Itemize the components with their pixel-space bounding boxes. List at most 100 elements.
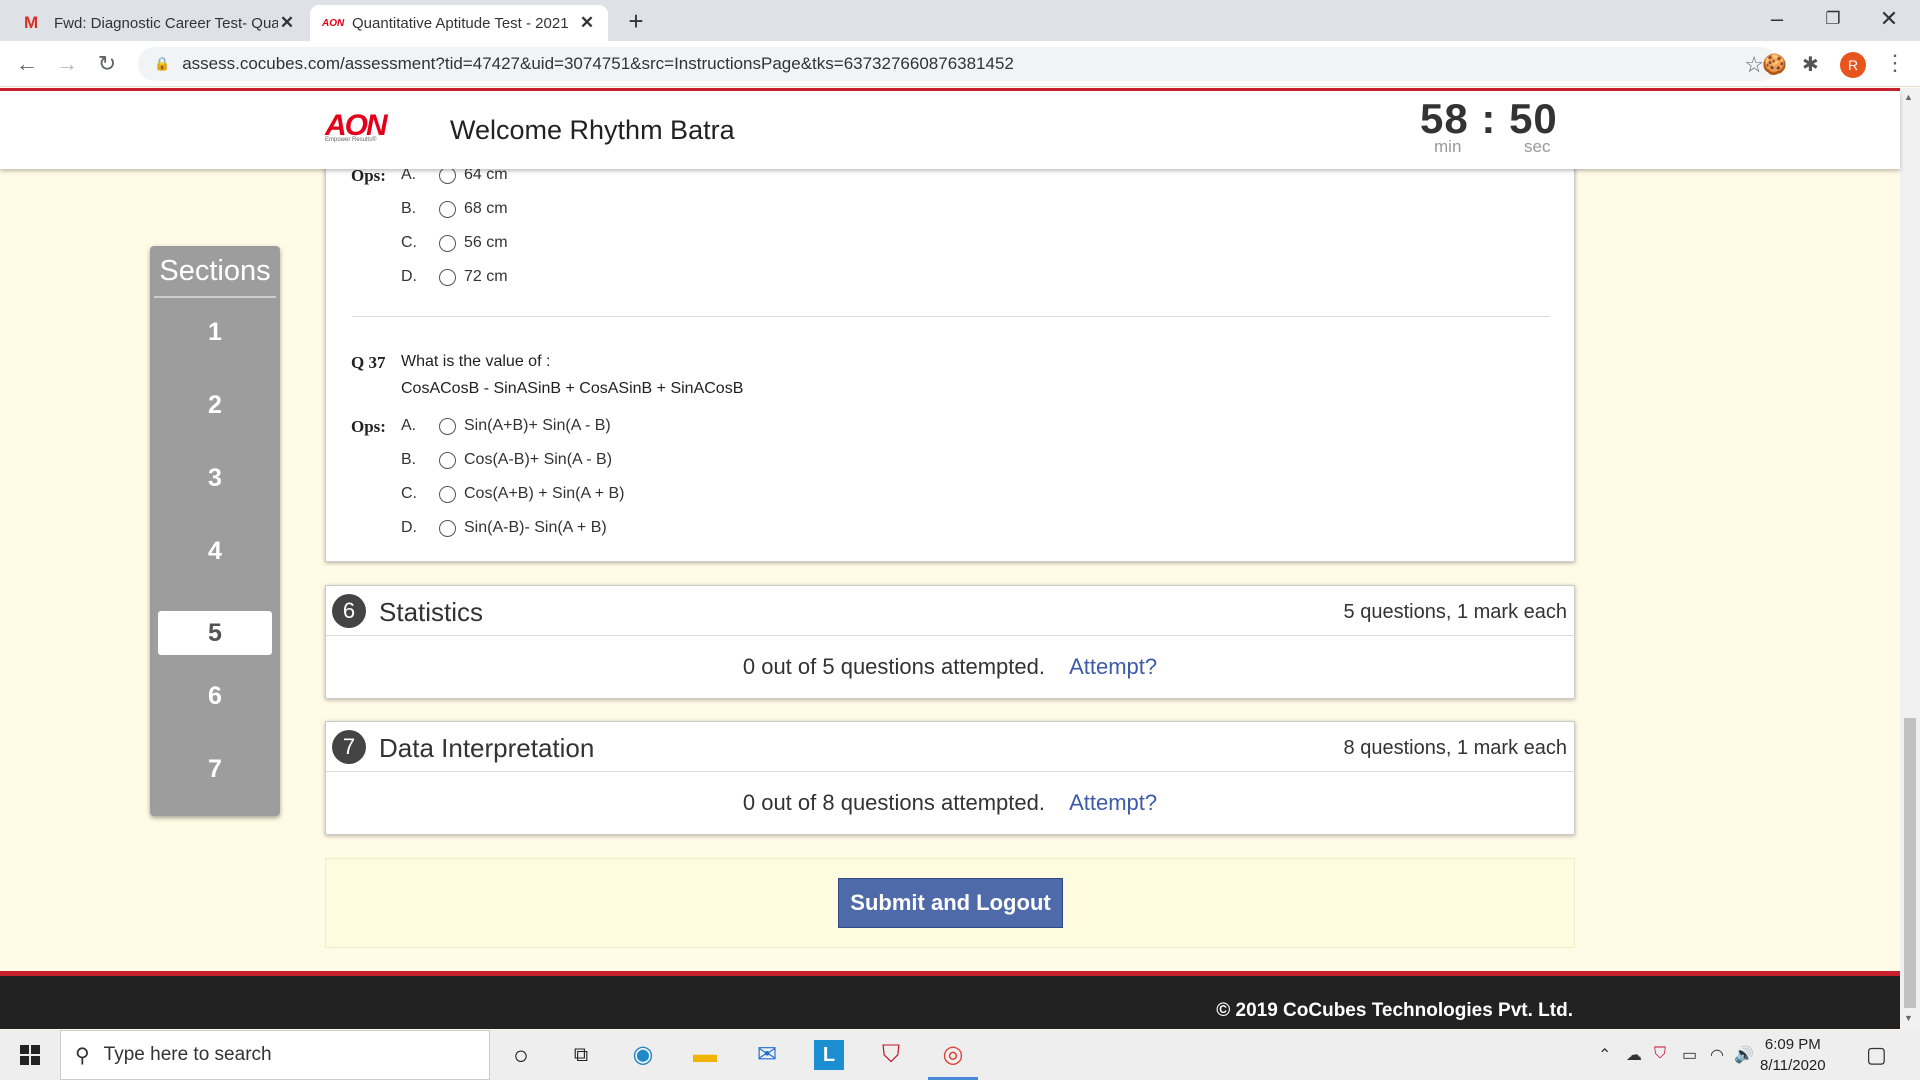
page-scrollbar[interactable]: ▲ ▼	[1900, 88, 1920, 1030]
prev-option-b[interactable]: B. 68 cm	[401, 200, 508, 218]
attempt-link[interactable]: Attempt?	[1069, 790, 1157, 815]
address-bar[interactable]: 🔒 assess.cocubes.com/assessment?tid=4742…	[138, 47, 1778, 81]
submit-area: Submit and Logout	[325, 858, 1575, 948]
option-letter: A.	[401, 417, 417, 434]
browser-toolbar: ← → ↻ 🔒 assess.cocubes.com/assessment?ti…	[0, 41, 1920, 87]
extensions-puzzle-icon[interactable]: ✱	[1802, 52, 1819, 77]
option-a[interactable]: A. Sin(A+B)+ Sin(A - B)	[401, 417, 611, 435]
taskbar-clock[interactable]: 6:09 PM 8/11/2020	[1760, 1034, 1826, 1076]
option-letter: B.	[401, 451, 417, 468]
clock-date: 8/11/2020	[1760, 1057, 1826, 1074]
taskbar-search-box[interactable]: ⚲ Type here to search	[60, 1030, 490, 1080]
option-letter: C.	[401, 234, 417, 251]
wifi-icon[interactable]: ◠	[1710, 1045, 1724, 1065]
restore-icon[interactable]: ❐	[1806, 2, 1860, 36]
option-b[interactable]: B. Cos(A-B)+ Sin(A - B)	[401, 451, 612, 469]
tab-title: Quantitative Aptitude Test - 2021	[352, 14, 569, 32]
attempted-status: 0 out of 8 questions attempted. Attempt?	[326, 790, 1574, 816]
radio-button[interactable]	[439, 268, 456, 286]
cortana-icon[interactable]: ○	[506, 1040, 536, 1070]
radio-button[interactable]	[439, 485, 456, 503]
logo-tagline: Empower Results®	[325, 137, 377, 143]
prev-option-c[interactable]: C. 56 cm	[401, 234, 508, 252]
task-view-icon[interactable]: ⧉	[566, 1040, 596, 1070]
new-tab-button[interactable]: +	[622, 8, 650, 36]
attempted-text: 0 out of 8 questions attempted.	[742, 790, 1045, 815]
sections-panel: Sections 1 2 3 4 5 6 7	[150, 246, 280, 816]
section-info: 5 questions, 1 mark each	[1343, 601, 1567, 623]
forward-icon[interactable]: →	[52, 49, 82, 79]
option-text: Cos(A-B)+ Sin(A - B)	[464, 451, 613, 468]
copyright-text: © 2019 CoCubes Technologies Pvt. Ltd.	[1216, 1000, 1573, 1021]
cookie-extension-icon[interactable]: 🍪	[1762, 52, 1787, 77]
menu-dots-icon[interactable]: ⋮	[1884, 50, 1906, 76]
option-c[interactable]: C. Cos(A+B) + Sin(A + B)	[401, 485, 625, 503]
notification-icon[interactable]: ▢	[1866, 1042, 1887, 1068]
option-text: 56 cm	[464, 234, 508, 251]
volume-icon[interactable]: 🔊	[1734, 1045, 1754, 1065]
radio-button[interactable]	[439, 451, 456, 469]
mail-icon[interactable]: ✉	[752, 1040, 782, 1070]
timer-sec-label: sec	[1524, 137, 1551, 156]
tray-chevron-icon[interactable]: ⌃	[1598, 1045, 1611, 1065]
section-item-7[interactable]: 7	[158, 747, 272, 791]
section-title: Data Interpretation	[379, 733, 595, 763]
option-text: 72 cm	[464, 268, 508, 285]
scroll-up-icon[interactable]: ▲	[1904, 92, 1913, 102]
section-card-header: 7 Data Interpretation 8 questions, 1 mar…	[326, 722, 1574, 772]
timer-minutes: 58	[1420, 95, 1469, 142]
chrome-icon[interactable]: ◎	[928, 1040, 978, 1080]
radio-button[interactable]	[439, 417, 456, 435]
section-item-4[interactable]: 4	[158, 529, 272, 573]
section-item-2[interactable]: 2	[158, 383, 272, 427]
radio-button[interactable]	[439, 234, 456, 252]
section-item-3[interactable]: 3	[158, 456, 272, 500]
section-card-data-interpretation: 7 Data Interpretation 8 questions, 1 mar…	[325, 721, 1575, 835]
timer-min-label: min	[1434, 137, 1462, 156]
section-item-1[interactable]: 1	[158, 310, 272, 354]
profile-avatar[interactable]: R	[1840, 52, 1866, 78]
close-window-icon[interactable]: ✕	[1862, 2, 1916, 36]
attempted-status: 0 out of 5 questions attempted. Attempt?	[326, 654, 1574, 680]
radio-button[interactable]	[439, 166, 456, 184]
section-item-5[interactable]: 5	[158, 611, 272, 655]
reload-icon[interactable]: ↻	[92, 49, 122, 79]
section-title: Statistics	[379, 597, 484, 627]
radio-button[interactable]	[439, 200, 456, 218]
mcafee-icon[interactable]: ⛉	[876, 1040, 906, 1070]
file-explorer-icon[interactable]: ▬	[690, 1040, 720, 1070]
scrollbar-thumb[interactable]	[1904, 718, 1916, 1008]
windows-taskbar: ⚲ Type here to search ○ ⧉ ◉ ▬ ✉ L ⛉ ◎ ⌃ …	[0, 1030, 1920, 1080]
page-footer: © 2019 CoCubes Technologies Pvt. Ltd.	[0, 971, 1900, 1029]
windows-start-icon[interactable]	[20, 1045, 40, 1065]
scroll-down-icon[interactable]: ▼	[1904, 1013, 1913, 1023]
onedrive-icon[interactable]: ☁	[1626, 1045, 1642, 1065]
battery-icon[interactable]: ▭	[1682, 1045, 1697, 1065]
submit-logout-button[interactable]: Submit and Logout	[838, 878, 1063, 928]
clock-time: 6:09 PM	[1764, 1036, 1821, 1053]
radio-button[interactable]	[439, 519, 456, 537]
close-tab-icon[interactable]: ✕	[278, 13, 296, 33]
l-app-icon[interactable]: L	[814, 1040, 844, 1070]
close-tab-icon[interactable]: ✕	[578, 13, 596, 33]
option-letter: D.	[401, 268, 417, 285]
option-text: Sin(A+B)+ Sin(A - B)	[464, 417, 611, 434]
option-letter: B.	[401, 200, 417, 217]
prev-option-d[interactable]: D. 72 cm	[401, 268, 508, 286]
attempted-text: 0 out of 5 questions attempted.	[742, 654, 1045, 679]
option-d[interactable]: D. Sin(A-B)- Sin(A + B)	[401, 519, 607, 537]
minimize-icon[interactable]: –	[1750, 2, 1804, 36]
attempt-link[interactable]: Attempt?	[1069, 654, 1157, 679]
section-number-badge: 7	[332, 730, 366, 764]
question-card: Ops: A. 64 cm B. 68 cm C. 56 cm D. 72 cm…	[325, 150, 1575, 562]
tab-quantitative-test[interactable]: AON Quantitative Aptitude Test - 2021 ✕	[310, 5, 608, 41]
edge-icon[interactable]: ◉	[628, 1040, 658, 1070]
tab-gmail[interactable]: M Fwd: Diagnostic Career Test- Qua ✕	[12, 5, 308, 41]
back-icon[interactable]: ←	[12, 49, 42, 79]
section-item-6[interactable]: 6	[158, 674, 272, 718]
mcafee-tray-icon[interactable]: ⛉	[1654, 1045, 1666, 1063]
question-number: Q 37	[351, 353, 386, 372]
url-text[interactable]: assess.cocubes.com/assessment?tid=47427&…	[182, 54, 1014, 74]
section-card-header: 6 Statistics 5 questions, 1 mark each	[326, 586, 1574, 636]
aon-icon: AON	[322, 17, 345, 29]
